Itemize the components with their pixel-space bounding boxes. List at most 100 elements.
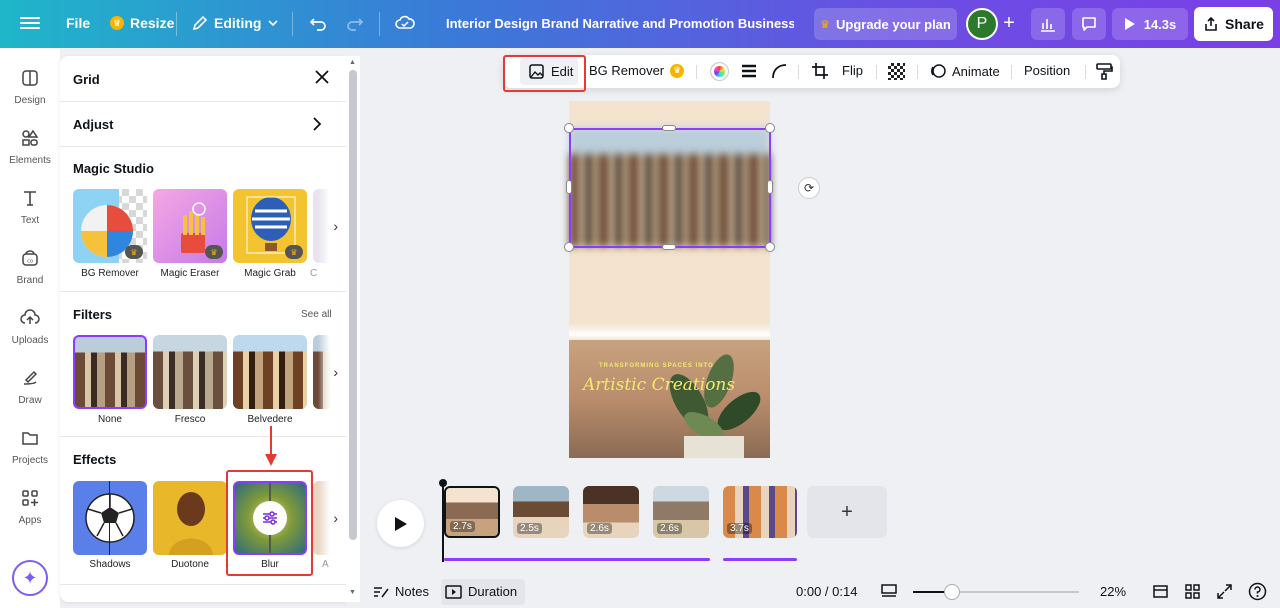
rail-item-uploads[interactable]: Uploads — [0, 308, 60, 346]
apps-icon — [22, 490, 38, 506]
rail-item-projects[interactable]: Projects — [0, 428, 60, 466]
copy-style-icon[interactable] — [1095, 62, 1113, 80]
zoom-slider-knob[interactable] — [944, 584, 960, 600]
audio-track-bar[interactable] — [723, 558, 797, 561]
add-page-button[interactable]: + — [807, 486, 887, 538]
bg-remover-tile[interactable]: ♛ — [73, 189, 147, 263]
undo-icon[interactable] — [308, 13, 328, 33]
magic-eraser-tile[interactable]: ♛ — [153, 189, 227, 263]
see-all-filters-link[interactable]: See all — [301, 309, 332, 320]
tile-label: Magic Eraser — [160, 268, 220, 279]
timeline-clip[interactable]: 2.6s — [583, 486, 639, 538]
timeline-clip[interactable]: 2.6s — [653, 486, 709, 538]
menu-icon[interactable] — [20, 14, 40, 34]
flip-button[interactable]: Flip — [842, 63, 863, 78]
file-menu[interactable]: File — [66, 15, 90, 31]
resize-handle[interactable] — [662, 244, 676, 250]
effect-duotone-tile[interactable] — [153, 481, 227, 555]
divider — [176, 12, 177, 36]
scroll-up-icon[interactable]: ▲ — [349, 59, 356, 66]
timeline-clip[interactable]: 2.7s — [444, 486, 500, 538]
notes-button[interactable]: Notes — [373, 584, 429, 599]
rail-item-text[interactable]: Text — [0, 188, 60, 226]
timeline-play-button[interactable] — [377, 500, 424, 547]
rotate-icon[interactable]: ⟳ — [798, 177, 820, 199]
effect-shadows-tile[interactable] — [73, 481, 147, 555]
scroll-down-icon[interactable]: ▼ — [349, 589, 356, 596]
transparency-icon[interactable] — [888, 63, 905, 80]
crown-icon: ♛ — [125, 245, 143, 259]
grid-view-icon[interactable] — [1184, 583, 1201, 600]
filters-heading: Filters — [73, 307, 113, 322]
timeline-clip[interactable]: 3.7s — [723, 486, 797, 538]
canvas-subtitle[interactable]: TRANSFORMING SPACES INTO — [599, 363, 714, 369]
soccer-ball-icon — [85, 493, 135, 543]
left-rail: Design Elements Text co Brand Uploads Dr… — [0, 48, 60, 608]
document-title[interactable]: Interior Design Brand Narrative and Prom… — [446, 16, 794, 31]
resize-handle[interactable] — [767, 180, 773, 194]
rail-item-elements[interactable]: Elements — [0, 128, 60, 166]
scrollbar-thumb[interactable] — [349, 70, 357, 540]
panel-scrollbar[interactable]: ▲ ▼ — [346, 56, 360, 602]
portrait-icon — [169, 492, 213, 555]
chevron-right-icon[interactable]: › — [318, 189, 338, 263]
help-icon[interactable] — [1248, 582, 1267, 601]
zoom-level[interactable]: 22% — [1100, 584, 1126, 599]
close-icon[interactable] — [313, 68, 331, 86]
position-button[interactable]: Position — [1024, 63, 1070, 78]
filter-belvedere-tile[interactable] — [233, 335, 307, 409]
magic-sparkle-button[interactable]: ✦ — [12, 560, 48, 596]
resize-handle[interactable] — [662, 125, 676, 131]
crop-icon[interactable] — [811, 62, 829, 80]
resize-handle[interactable] — [564, 242, 574, 252]
present-play-button[interactable]: 14.3s — [1112, 8, 1188, 40]
annotation-arrow-icon — [265, 426, 277, 466]
resize-handle[interactable] — [564, 123, 574, 133]
share-button[interactable]: Share — [1194, 7, 1273, 41]
chevron-right-icon[interactable]: › — [318, 481, 338, 555]
bg-remover-button[interactable]: BG Remover ♛ — [589, 63, 685, 78]
magic-grab-tile[interactable]: ♛ — [233, 189, 307, 263]
duration-button[interactable]: Duration — [445, 584, 517, 599]
resize-button[interactable]: ♛ Resize — [110, 15, 174, 31]
filter-fresco-tile[interactable] — [153, 335, 227, 409]
resize-handle[interactable] — [765, 123, 775, 133]
avatar[interactable]: P — [966, 8, 998, 40]
rail-item-apps[interactable]: Apps — [0, 488, 60, 526]
rail-item-design[interactable]: Design — [0, 68, 60, 106]
bottom-bar: Notes Duration 0:00 / 0:14 22% — [360, 576, 1280, 608]
editing-mode-button[interactable]: Editing — [192, 15, 279, 31]
divider — [1085, 65, 1086, 79]
rail-item-draw[interactable]: Draw — [0, 368, 60, 406]
canvas-title[interactable]: Artistic Creations — [583, 375, 735, 395]
plant-image — [669, 354, 761, 458]
page-view-icon[interactable] — [880, 582, 898, 600]
cloud-saved-icon[interactable] — [394, 12, 416, 34]
color-picker-icon[interactable] — [710, 62, 729, 81]
resize-handle[interactable] — [566, 180, 572, 194]
tile-label: A — [322, 559, 329, 570]
rail-item-brand[interactable]: co Brand — [0, 248, 60, 286]
resize-handle[interactable] — [765, 242, 775, 252]
insights-button[interactable] — [1031, 8, 1065, 40]
comments-button[interactable] — [1072, 8, 1106, 40]
chevron-right-icon[interactable]: › — [318, 335, 338, 409]
filter-none-tile[interactable] — [73, 335, 147, 409]
animate-button[interactable]: Animate — [930, 63, 1000, 79]
corner-rounding-icon[interactable] — [771, 63, 787, 79]
redo-icon[interactable] — [345, 13, 365, 33]
chevron-right-icon[interactable] — [310, 116, 324, 132]
tile-label: Duotone — [171, 559, 209, 570]
border-style-icon[interactable] — [741, 63, 757, 79]
fullscreen-icon[interactable] — [1216, 583, 1233, 600]
play-icon — [394, 516, 407, 531]
upgrade-button[interactable]: ♛ Upgrade your plan — [814, 8, 957, 40]
pages-icon[interactable] — [1152, 583, 1169, 600]
sparkle-icon: ✦ — [22, 567, 38, 588]
tile-label: BG Remover — [81, 268, 139, 279]
audio-track-bar[interactable] — [444, 558, 710, 561]
adjust-row[interactable]: Adjust — [73, 117, 113, 132]
add-collaborator-icon[interactable]: + — [998, 13, 1020, 35]
chevron-down-icon — [268, 20, 279, 27]
timeline-clip[interactable]: 2.5s — [513, 486, 569, 538]
